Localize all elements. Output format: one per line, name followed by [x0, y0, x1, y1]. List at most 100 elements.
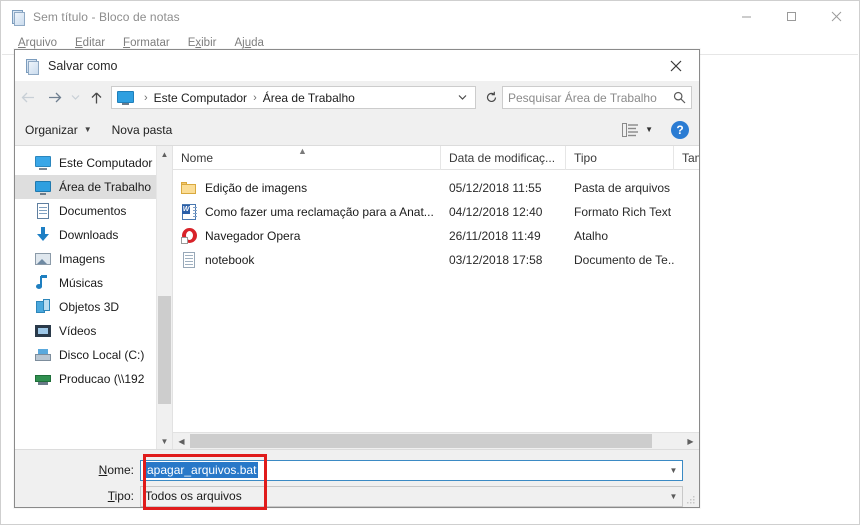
sidebar-item-este-computador[interactable]: Este Computador [15, 151, 172, 175]
sidebar-item-objetos-3d[interactable]: Objetos 3D [15, 295, 172, 319]
table-row[interactable]: W Como fazer uma reclamação para a Anat.… [173, 200, 699, 224]
network-drive-icon [35, 371, 52, 387]
breadcrumb-separator-2: › [253, 91, 257, 104]
save-as-dialog: Salvar como › Este Computador › Área de … [14, 49, 700, 510]
file-name-cell: W Como fazer uma reclamação para a Anat.… [173, 204, 441, 220]
view-chevron-down-icon[interactable]: ▼ [645, 125, 653, 134]
scroll-down-icon[interactable]: ▼ [157, 433, 172, 449]
search-icon [673, 91, 686, 104]
sidebar-item-label: Objetos 3D [59, 300, 120, 314]
scroll-left-icon[interactable]: ◀ [173, 433, 190, 450]
sidebar-item-musicas[interactable]: Músicas [15, 271, 172, 295]
dialog-footer: ▲ Ocultar pastas Codificação: ANSI ▼ Sal… [15, 518, 699, 525]
dialog-toolbar: Organizar ▼ Nova pasta ▼ ? [15, 114, 699, 146]
breadcrumb-separator-1: › [144, 91, 148, 104]
close-icon[interactable] [814, 1, 859, 32]
column-header-nome[interactable]: Nome [173, 146, 441, 170]
rtf-document-icon: W [181, 204, 198, 220]
sidebar-item-imagens[interactable]: Imagens [15, 247, 172, 271]
downloads-icon [35, 227, 52, 243]
file-type-cell: Atalho [574, 229, 609, 243]
sidebar-item-area-de-trabalho[interactable]: Área de Trabalho [15, 175, 172, 199]
table-row[interactable]: Edição de imagens 05/12/2018 11:55 Pasta… [173, 176, 699, 200]
dialog-close-icon[interactable] [653, 50, 699, 81]
save-dialog-icon [24, 58, 40, 75]
dialog-titlebar: Salvar como [15, 50, 699, 81]
sidebar-item-videos[interactable]: Vídeos [15, 319, 172, 343]
dialog-navbar: › Este Computador › Área de Trabalho Pes… [15, 81, 699, 114]
file-type-cell: Pasta de arquivos [574, 181, 671, 195]
desktop-icon [35, 179, 52, 195]
resize-grip-icon[interactable] [686, 495, 696, 505]
notepad-title: Sem título - Bloco de notas [33, 9, 180, 24]
file-modified-cell: 05/12/2018 11:55 [449, 181, 542, 195]
scrollbar-thumb[interactable] [158, 296, 171, 404]
sidebar-item-label: Documentos [59, 204, 127, 218]
scroll-right-icon[interactable]: ▶ [682, 433, 699, 450]
column-header-tamanho[interactable]: Tam [674, 146, 699, 170]
scrollbar-track[interactable] [190, 433, 682, 450]
recent-locations-chevron-icon[interactable] [67, 85, 83, 111]
text-document-icon [181, 252, 198, 268]
scrollbar-thumb[interactable] [190, 433, 652, 448]
chevron-down-icon[interactable]: ▼ [665, 487, 682, 506]
forward-arrow-icon[interactable] [41, 85, 67, 111]
file-name-cell: notebook [173, 252, 441, 268]
breadcrumb[interactable]: › Este Computador › Área de Trabalho [111, 86, 476, 109]
notepad-icon [10, 9, 26, 26]
computer-icon [117, 90, 134, 105]
notepad-titlebar: Sem título - Bloco de notas [1, 1, 859, 32]
chevron-down-icon: ▼ [83, 125, 92, 134]
scroll-up-icon[interactable]: ▲ [157, 146, 172, 162]
pictures-icon [35, 251, 52, 267]
file-type-select[interactable]: Todos os arquivos ▼ [140, 485, 683, 507]
chevron-down-icon[interactable]: ▼ [665, 461, 682, 480]
dialog-body: Este Computador Área de Trabalho Documen… [15, 146, 699, 449]
sidebar-vertical-scrollbar[interactable]: ▲ ▼ [156, 146, 172, 449]
new-folder-button[interactable]: Nova pasta [102, 123, 183, 137]
refresh-icon[interactable] [480, 86, 502, 109]
back-arrow-icon[interactable] [15, 85, 41, 111]
table-row[interactable]: Navegador Opera 26/11/2018 11:49 Atalho [173, 224, 699, 248]
objects3d-icon [35, 299, 52, 315]
file-type-cell: Documento de Te... [574, 253, 674, 267]
sidebar-item-label: Vídeos [59, 324, 97, 338]
sidebar-item-label: Área de Trabalho [59, 180, 152, 194]
maximize-icon[interactable] [769, 1, 814, 32]
minimize-icon[interactable] [724, 1, 769, 32]
file-modified-cell: 04/12/2018 12:40 [449, 205, 543, 219]
new-folder-label: Nova pasta [111, 122, 173, 137]
breadcrumb-item-0[interactable]: Este Computador [154, 91, 247, 105]
breadcrumb-chevron-down-icon[interactable] [452, 94, 473, 101]
column-header-data[interactable]: Data de modificaç... [441, 146, 566, 170]
file-list-header: ▲ Nome Data de modificaç... Tipo Tam [173, 146, 699, 170]
navigation-pane: Este Computador Área de Trabalho Documen… [15, 146, 173, 449]
videos-icon [35, 323, 52, 339]
screen: Sem título - Bloco de notas AArquivorqui… [0, 0, 860, 525]
file-name-label: Navegador Opera [205, 229, 301, 243]
file-list-horizontal-scrollbar[interactable]: ◀ ▶ [173, 432, 699, 449]
harddisk-icon [35, 347, 52, 363]
sidebar-item-label: Músicas [59, 276, 104, 290]
up-arrow-icon[interactable] [83, 85, 109, 111]
organize-button[interactable]: Organizar ▼ [15, 123, 102, 137]
sidebar-item-producao[interactable]: Producao (\\192 [15, 367, 172, 391]
search-input[interactable]: Pesquisar Área de Trabalho [508, 91, 673, 105]
sidebar-tree: Este Computador Área de Trabalho Documen… [15, 146, 172, 391]
file-name-label: Edição de imagens [205, 181, 308, 195]
sidebar-item-disco-local[interactable]: Disco Local (C:) [15, 343, 172, 367]
file-name-input[interactable]: apagar_arquivos.bat ▼ [140, 459, 683, 481]
view-options-icon[interactable] [622, 122, 639, 137]
column-header-tipo[interactable]: Tipo [566, 146, 674, 170]
file-modified-cell: 26/11/2018 11:49 [449, 229, 541, 243]
search-box[interactable]: Pesquisar Área de Trabalho [502, 86, 692, 109]
breadcrumb-item-1[interactable]: Área de Trabalho [263, 91, 355, 105]
opera-shortcut-icon [181, 228, 198, 244]
sidebar-item-label: Este Computador [59, 156, 153, 170]
sidebar-item-label: Producao (\\192 [59, 372, 145, 386]
sidebar-item-downloads[interactable]: Downloads [15, 223, 172, 247]
dialog-title: Salvar como [48, 58, 118, 73]
sidebar-item-documentos[interactable]: Documentos [15, 199, 172, 223]
table-row[interactable]: notebook 03/12/2018 17:58 Documento de T… [173, 248, 699, 272]
help-button[interactable]: ? [671, 120, 689, 139]
